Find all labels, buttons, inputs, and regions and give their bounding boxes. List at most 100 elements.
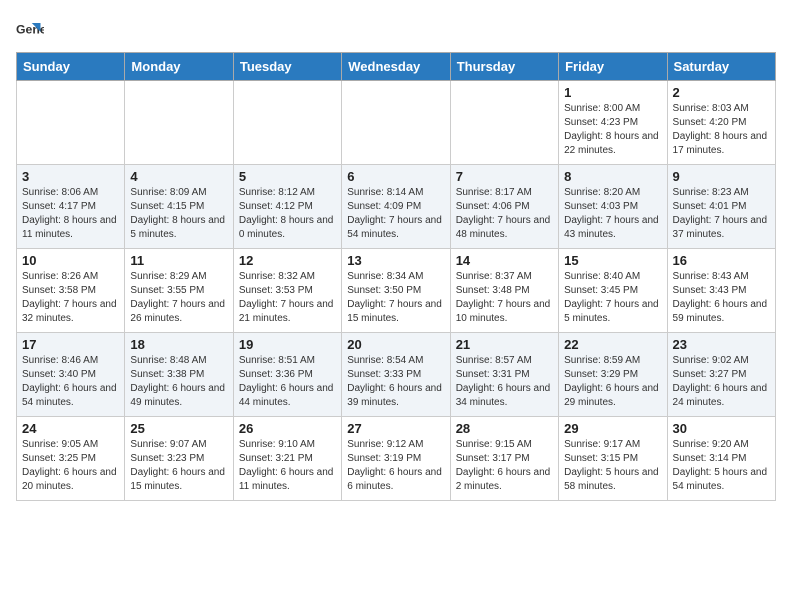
day-number: 18 <box>130 337 227 352</box>
day-number: 25 <box>130 421 227 436</box>
day-info: Sunrise: 9:20 AM Sunset: 3:14 PM Dayligh… <box>673 438 770 494</box>
day-number: 17 <box>22 337 119 352</box>
calendar-week-1: 1Sunrise: 8:00 AM Sunset: 4:23 PM Daylig… <box>17 81 776 165</box>
day-number: 22 <box>564 337 661 352</box>
day-number: 5 <box>239 169 336 184</box>
calendar-cell: 19 Sunrise: 8:51 AM Sunset: 3:36 PM Dayli… <box>233 333 341 417</box>
calendar-cell: 25 Sunrise: 9:07 AM Sunset: 3:23 PM Dayli… <box>125 417 233 501</box>
weekday-header-friday: Friday <box>559 53 667 81</box>
calendar-cell: 3 Sunrise: 8:06 AM Sunset: 4:17 PM Daylig… <box>17 165 125 249</box>
logo: General <box>16 16 48 44</box>
calendar-cell: 8 Sunrise: 8:20 AM Sunset: 4:03 PM Daylig… <box>559 165 667 249</box>
day-number: 3 <box>22 169 119 184</box>
calendar-cell: 12 Sunrise: 8:32 AM Sunset: 3:53 PM Dayli… <box>233 249 341 333</box>
calendar-cell <box>125 81 233 165</box>
day-number: 12 <box>239 253 336 268</box>
day-number: 23 <box>673 337 770 352</box>
weekday-header-tuesday: Tuesday <box>233 53 341 81</box>
day-number: 13 <box>347 253 444 268</box>
day-info: Sunrise: 8:09 AM Sunset: 4:15 PM Dayligh… <box>130 186 227 242</box>
day-info: Sunrise: 8:48 AM Sunset: 3:38 PM Dayligh… <box>130 354 227 410</box>
calendar-cell: 1Sunrise: 8:00 AM Sunset: 4:23 PM Daylig… <box>559 81 667 165</box>
day-number: 21 <box>456 337 553 352</box>
calendar-week-5: 24 Sunrise: 9:05 AM Sunset: 3:25 PM Dayli… <box>17 417 776 501</box>
day-number: 29 <box>564 421 661 436</box>
calendar-cell: 24 Sunrise: 9:05 AM Sunset: 3:25 PM Dayli… <box>17 417 125 501</box>
day-info: Sunrise: 8:06 AM Sunset: 4:17 PM Dayligh… <box>22 186 119 242</box>
logo-icon: General <box>16 16 44 44</box>
day-info: Sunrise: 8:23 AM Sunset: 4:01 PM Dayligh… <box>673 186 770 242</box>
calendar-cell <box>233 81 341 165</box>
day-info: Sunrise: 9:07 AM Sunset: 3:23 PM Dayligh… <box>130 438 227 494</box>
day-info: Sunrise: 9:15 AM Sunset: 3:17 PM Dayligh… <box>456 438 553 494</box>
calendar-cell: 6 Sunrise: 8:14 AM Sunset: 4:09 PM Daylig… <box>342 165 450 249</box>
calendar-cell: 23Sunrise: 9:02 AM Sunset: 3:27 PM Dayli… <box>667 333 775 417</box>
calendar-cell: 4 Sunrise: 8:09 AM Sunset: 4:15 PM Daylig… <box>125 165 233 249</box>
day-info: Sunrise: 8:20 AM Sunset: 4:03 PM Dayligh… <box>564 186 661 242</box>
weekday-header-saturday: Saturday <box>667 53 775 81</box>
calendar-cell <box>450 81 558 165</box>
calendar-cell: 20 Sunrise: 8:54 AM Sunset: 3:33 PM Dayli… <box>342 333 450 417</box>
calendar-cell: 22 Sunrise: 8:59 AM Sunset: 3:29 PM Dayli… <box>559 333 667 417</box>
calendar-cell: 13 Sunrise: 8:34 AM Sunset: 3:50 PM Dayli… <box>342 249 450 333</box>
calendar-table: SundayMondayTuesdayWednesdayThursdayFrid… <box>16 52 776 501</box>
day-info: Sunrise: 8:59 AM Sunset: 3:29 PM Dayligh… <box>564 354 661 410</box>
calendar-cell: 30 Sunrise: 9:20 AM Sunset: 3:14 PM Dayli… <box>667 417 775 501</box>
day-number: 15 <box>564 253 661 268</box>
day-info: Sunrise: 8:43 AM Sunset: 3:43 PM Dayligh… <box>673 270 770 326</box>
calendar-cell: 21 Sunrise: 8:57 AM Sunset: 3:31 PM Dayli… <box>450 333 558 417</box>
weekday-header-sunday: Sunday <box>17 53 125 81</box>
day-number: 10 <box>22 253 119 268</box>
weekday-header-thursday: Thursday <box>450 53 558 81</box>
day-info: Sunrise: 8:14 AM Sunset: 4:09 PM Dayligh… <box>347 186 444 242</box>
weekday-header-wednesday: Wednesday <box>342 53 450 81</box>
day-info: Sunrise: 8:29 AM Sunset: 3:55 PM Dayligh… <box>130 270 227 326</box>
calendar-week-3: 10 Sunrise: 8:26 AM Sunset: 3:58 PM Dayli… <box>17 249 776 333</box>
day-info: Sunrise: 8:12 AM Sunset: 4:12 PM Dayligh… <box>239 186 336 242</box>
calendar-week-4: 17 Sunrise: 8:46 AM Sunset: 3:40 PM Dayli… <box>17 333 776 417</box>
day-number: 30 <box>673 421 770 436</box>
calendar-cell: 26 Sunrise: 9:10 AM Sunset: 3:21 PM Dayli… <box>233 417 341 501</box>
calendar-cell: 7Sunrise: 8:17 AM Sunset: 4:06 PM Daylig… <box>450 165 558 249</box>
day-number: 16 <box>673 253 770 268</box>
calendar-cell: 2 Sunrise: 8:03 AM Sunset: 4:20 PM Daylig… <box>667 81 775 165</box>
day-info: Sunrise: 8:37 AM Sunset: 3:48 PM Dayligh… <box>456 270 553 326</box>
day-info: Sunrise: 8:40 AM Sunset: 3:45 PM Dayligh… <box>564 270 661 326</box>
calendar-cell: 9 Sunrise: 8:23 AM Sunset: 4:01 PM Daylig… <box>667 165 775 249</box>
calendar-cell: 29Sunrise: 9:17 AM Sunset: 3:15 PM Dayli… <box>559 417 667 501</box>
day-info: Sunrise: 9:10 AM Sunset: 3:21 PM Dayligh… <box>239 438 336 494</box>
calendar-cell <box>342 81 450 165</box>
calendar-cell: 17 Sunrise: 8:46 AM Sunset: 3:40 PM Dayli… <box>17 333 125 417</box>
day-info: Sunrise: 8:03 AM Sunset: 4:20 PM Dayligh… <box>673 102 770 158</box>
day-number: 4 <box>130 169 227 184</box>
day-info: Sunrise: 8:57 AM Sunset: 3:31 PM Dayligh… <box>456 354 553 410</box>
day-info: Sunrise: 8:26 AM Sunset: 3:58 PM Dayligh… <box>22 270 119 326</box>
calendar-body: 1Sunrise: 8:00 AM Sunset: 4:23 PM Daylig… <box>17 81 776 501</box>
weekday-header: SundayMondayTuesdayWednesdayThursdayFrid… <box>17 53 776 81</box>
day-number: 28 <box>456 421 553 436</box>
day-number: 6 <box>347 169 444 184</box>
day-number: 20 <box>347 337 444 352</box>
day-info: Sunrise: 8:32 AM Sunset: 3:53 PM Dayligh… <box>239 270 336 326</box>
day-info: Sunrise: 9:12 AM Sunset: 3:19 PM Dayligh… <box>347 438 444 494</box>
day-info: Sunrise: 8:46 AM Sunset: 3:40 PM Dayligh… <box>22 354 119 410</box>
calendar-week-2: 3 Sunrise: 8:06 AM Sunset: 4:17 PM Daylig… <box>17 165 776 249</box>
calendar-cell: 18 Sunrise: 8:48 AM Sunset: 3:38 PM Dayli… <box>125 333 233 417</box>
day-number: 19 <box>239 337 336 352</box>
calendar-cell: 15 Sunrise: 8:40 AM Sunset: 3:45 PM Dayli… <box>559 249 667 333</box>
day-info: Sunrise: 8:51 AM Sunset: 3:36 PM Dayligh… <box>239 354 336 410</box>
day-info: Sunrise: 8:54 AM Sunset: 3:33 PM Dayligh… <box>347 354 444 410</box>
day-number: 26 <box>239 421 336 436</box>
day-number: 2 <box>673 85 770 100</box>
calendar-cell: 27 Sunrise: 9:12 AM Sunset: 3:19 PM Dayli… <box>342 417 450 501</box>
day-number: 11 <box>130 253 227 268</box>
day-info: Sunrise: 9:05 AM Sunset: 3:25 PM Dayligh… <box>22 438 119 494</box>
day-number: 27 <box>347 421 444 436</box>
day-info: Sunrise: 8:00 AM Sunset: 4:23 PM Dayligh… <box>564 102 661 158</box>
day-number: 14 <box>456 253 553 268</box>
calendar-cell: 28 Sunrise: 9:15 AM Sunset: 3:17 PM Dayli… <box>450 417 558 501</box>
day-number: 8 <box>564 169 661 184</box>
day-number: 24 <box>22 421 119 436</box>
day-info: Sunrise: 8:34 AM Sunset: 3:50 PM Dayligh… <box>347 270 444 326</box>
day-number: 9 <box>673 169 770 184</box>
